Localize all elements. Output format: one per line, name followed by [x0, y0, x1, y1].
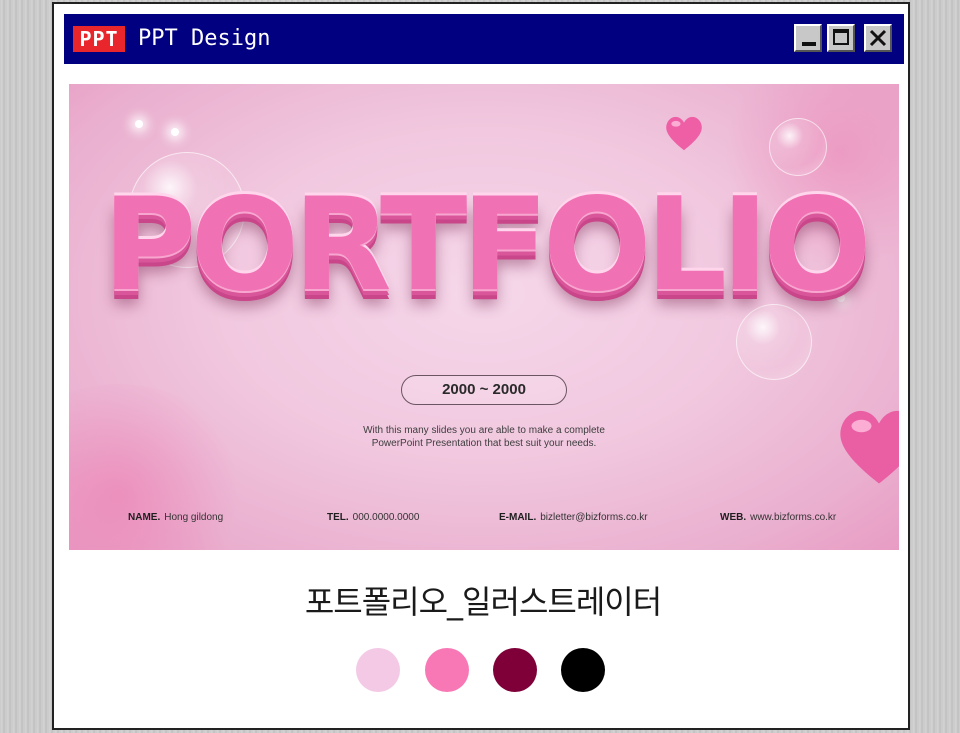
app-window: PPT PPT Design PORTFOLIO 2000 ~ 2000 Wit… [52, 2, 910, 730]
sparkle-decoration [135, 120, 143, 128]
template-caption: 포트폴리오_일러스트레이터 [304, 583, 662, 621]
maximize-icon [833, 29, 849, 45]
contact-value: 000.0000.0000 [352, 512, 420, 523]
heart-icon [840, 411, 899, 484]
contact-label: NAME. [128, 512, 161, 523]
contact-label: TEL. [327, 512, 349, 523]
portfolio-headline: PORTFOLIO [102, 171, 872, 320]
close-icon [869, 29, 887, 47]
minimize-button[interactable] [794, 24, 822, 52]
color-swatch[interactable] [561, 648, 605, 692]
tagline-line: With this many slides you are able to ma… [363, 425, 605, 436]
contact-value: bizletter@bizforms.co.kr [540, 512, 648, 523]
bubble-decoration [769, 118, 827, 176]
minimize-icon [802, 42, 816, 46]
contact-label: E-MAIL. [499, 512, 537, 523]
date-range-badge: 2000 ~ 2000 [401, 375, 567, 405]
contact-label: WEB. [720, 512, 747, 523]
color-swatch[interactable] [493, 648, 537, 692]
slide-preview[interactable]: PORTFOLIO 2000 ~ 2000 With this many sli… [69, 84, 899, 550]
window-title: PPT Design [138, 26, 271, 51]
contact-value: www.bizforms.co.kr [750, 512, 837, 523]
slide-tagline: With this many slides you are able to ma… [284, 424, 684, 450]
tagline-line: PowerPoint Presentation that best suit y… [371, 438, 597, 449]
maximize-button[interactable] [827, 24, 855, 52]
color-swatch[interactable] [356, 648, 400, 692]
contact-email: E-MAIL. bizletter@bizforms.co.kr [499, 512, 648, 523]
contact-tel: TEL. 000.0000.0000 [327, 512, 419, 523]
contact-name: NAME. Hong gildong [128, 512, 223, 523]
contact-web: WEB. www.bizforms.co.kr [720, 512, 836, 523]
sparkle-decoration [171, 128, 179, 136]
pink-glow [69, 384, 249, 550]
contact-value: Hong gildong [164, 512, 224, 523]
title-bar[interactable]: PPT PPT Design [64, 14, 904, 64]
close-button[interactable] [864, 24, 892, 52]
heart-icon [666, 116, 702, 151]
ppt-logo: PPT [73, 26, 125, 52]
color-swatch[interactable] [425, 648, 469, 692]
